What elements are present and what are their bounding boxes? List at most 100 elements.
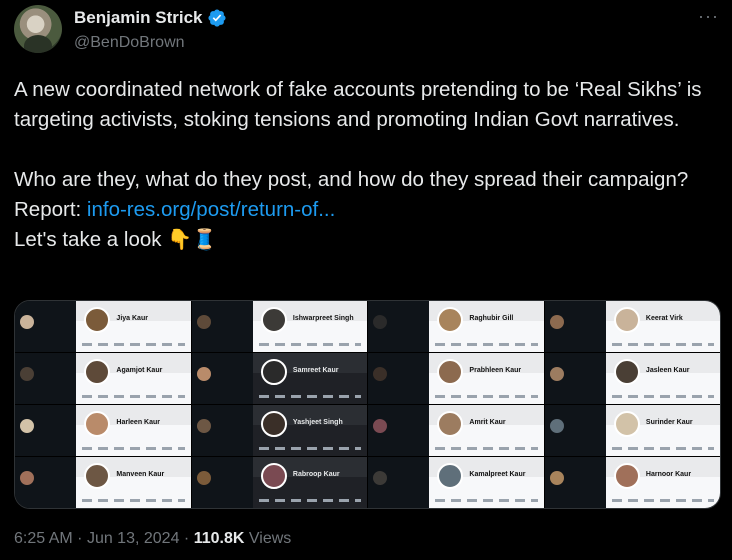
- profile-picture: [613, 359, 640, 385]
- profile-mini-avatar: [196, 315, 211, 329]
- profile-screenshot: Jasleen Kaur: [544, 353, 720, 404]
- report-link[interactable]: info-res.org/post/return-of...: [87, 198, 335, 221]
- profile-name: Keerat Virk: [645, 315, 683, 322]
- media-image[interactable]: Jiya Kaur Ishwarpreet Singh Raghubir Gill K…: [14, 300, 721, 509]
- profile-sidebar: [15, 301, 77, 352]
- profile-tabs: [435, 343, 538, 346]
- profile-screenshot: Agamjot Kaur: [15, 353, 191, 404]
- profile-name: Kamalpreet Kaur: [469, 471, 526, 478]
- meta-separator: ·: [183, 530, 190, 547]
- profile-screenshot: Kamalpreet Kaur: [368, 457, 544, 508]
- profile-name: Ishwarpreet Singh: [292, 315, 354, 322]
- tweet-header: Benjamin Strick @BenDoBrown ···: [14, 5, 724, 61]
- profile-tabs: [258, 447, 361, 450]
- views-label: Views: [248, 530, 292, 547]
- verified-badge-icon[interactable]: [207, 8, 227, 28]
- profile-tabs: [435, 499, 538, 502]
- profile-sidebar: [15, 353, 77, 404]
- profile-name: Rabroop Kaur: [292, 471, 340, 478]
- more-horizontal-icon[interactable]: ···: [698, 7, 720, 25]
- profile-name: Samreet Kaur: [292, 367, 339, 374]
- profile-picture: [260, 359, 287, 385]
- profile-mini-avatar: [549, 471, 564, 485]
- profile-sidebar: [15, 405, 77, 456]
- profile-sidebar: [191, 457, 253, 508]
- profile-tabs: [611, 343, 714, 346]
- profile-sidebar: [191, 301, 253, 352]
- profile-tabs: [82, 395, 185, 398]
- profile-tabs: [258, 343, 361, 346]
- profile-name: Raghubir Gill: [469, 315, 514, 322]
- profile-name: Amrit Kaur: [469, 419, 506, 426]
- profile-picture: [260, 307, 287, 333]
- profile-screenshot: Jiya Kaur: [15, 301, 191, 352]
- profile-screenshot: Manveen Kaur: [15, 457, 191, 508]
- profile-name: Agamjot Kaur: [116, 367, 163, 374]
- profile-screenshot: Rabroop Kaur: [191, 457, 367, 508]
- profile-tabs: [435, 395, 538, 398]
- profile-sidebar: [544, 457, 606, 508]
- avatar[interactable]: [14, 5, 62, 53]
- profile-sidebar: [368, 301, 430, 352]
- profile-tabs: [82, 499, 185, 502]
- profile-screenshot: Yashjeet Singh: [191, 405, 367, 456]
- profile-name: Harleen Kaur: [116, 419, 160, 426]
- profile-name: Jiya Kaur: [116, 315, 148, 322]
- profile-tabs: [258, 499, 361, 502]
- profile-tabs: [82, 447, 185, 450]
- profile-sidebar: [368, 353, 430, 404]
- views-count[interactable]: 110.8K: [194, 530, 245, 547]
- profile-tabs: [82, 343, 185, 346]
- profile-sidebar: [15, 457, 77, 508]
- profile-mini-avatar: [373, 315, 387, 329]
- profile-name: Manveen Kaur: [116, 471, 165, 478]
- profile-picture: [613, 463, 640, 489]
- profile-sidebar: [368, 405, 430, 456]
- tweet-date[interactable]: Jun 13, 2024: [87, 530, 180, 547]
- name-row: Benjamin Strick: [74, 8, 227, 28]
- profile-tabs: [611, 447, 714, 450]
- profile-mini-avatar: [549, 419, 564, 433]
- profile-tabs: [611, 499, 714, 502]
- profile-tabs: [611, 395, 714, 398]
- profile-name: Surinder Kaur: [645, 419, 693, 426]
- profile-mini-avatar: [196, 471, 211, 485]
- tweet-meta: 6:25 AM · Jun 13, 2024 · 110.8K Views: [14, 530, 291, 548]
- profile-screenshot: Raghubir Gill: [368, 301, 544, 352]
- profile-collage-grid: Jiya Kaur Ishwarpreet Singh Raghubir Gill K…: [15, 301, 720, 508]
- profile-screenshot: Surinder Kaur: [544, 405, 720, 456]
- profile-sidebar: [191, 353, 253, 404]
- profile-mini-avatar: [373, 419, 387, 433]
- profile-mini-avatar: [196, 419, 211, 433]
- profile-mini-avatar: [549, 367, 564, 381]
- profile-mini-avatar: [20, 315, 34, 329]
- handle[interactable]: @BenDoBrown: [74, 34, 185, 52]
- profile-picture: [260, 411, 287, 437]
- profile-name: Yashjeet Singh: [292, 419, 343, 426]
- profile-screenshot: Amrit Kaur: [368, 405, 544, 456]
- meta-separator: ·: [77, 530, 83, 547]
- profile-screenshot: Ishwarpreet Singh: [191, 301, 367, 352]
- profile-screenshot: Samreet Kaur: [191, 353, 367, 404]
- profile-sidebar: [544, 353, 606, 404]
- profile-screenshot: Prabhleen Kaur: [368, 353, 544, 404]
- profile-mini-avatar: [196, 367, 211, 381]
- tweet-time[interactable]: 6:25 AM: [14, 530, 73, 547]
- profile-mini-avatar: [373, 367, 387, 381]
- profile-tabs: [435, 447, 538, 450]
- profile-mini-avatar: [373, 471, 387, 485]
- tweet-paragraph-3: Let's take a look: [14, 228, 168, 251]
- profile-mini-avatar: [20, 471, 34, 485]
- profile-tabs: [258, 395, 361, 398]
- profile-name: Jasleen Kaur: [645, 367, 690, 374]
- display-name[interactable]: Benjamin Strick: [74, 8, 203, 28]
- profile-mini-avatar: [20, 367, 34, 381]
- profile-screenshot: Harleen Kaur: [15, 405, 191, 456]
- profile-picture: [613, 307, 640, 333]
- profile-picture: [613, 411, 640, 437]
- profile-screenshot: Harnoor Kaur: [544, 457, 720, 508]
- tweet-paragraph-1: A new coordinated network of fake accoun…: [14, 78, 708, 131]
- profile-name: Prabhleen Kaur: [469, 367, 522, 374]
- profile-name: Harnoor Kaur: [645, 471, 692, 478]
- pointing-down-thread-emoji: 👇🧵: [167, 229, 218, 251]
